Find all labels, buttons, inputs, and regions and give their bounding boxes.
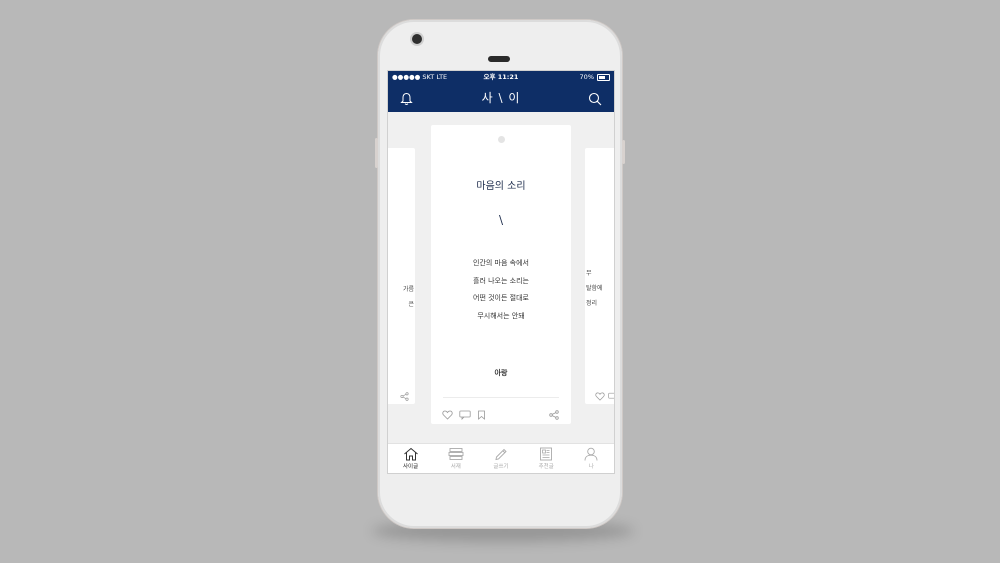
right-card-line: 무 — [586, 270, 592, 277]
card-line: 흘러 나오는 소리는 — [473, 276, 529, 285]
search-icon[interactable] — [588, 91, 602, 110]
card-pin — [498, 136, 505, 143]
comment-icon[interactable] — [608, 386, 614, 405]
earpiece-speaker — [488, 56, 510, 62]
card-line: 인간의 마음 속에서 — [473, 259, 529, 267]
heart-icon[interactable] — [442, 405, 453, 424]
card-carousel[interactable]: 가름 은 마음의 소리 \ 인간의 마음 속에서 흘러 나오는 소리는 어떤 것… — [388, 112, 614, 442]
card-divider-glyph: \ — [498, 213, 504, 227]
tab-label: 글쓰기 — [493, 464, 509, 470]
tab-label: 사이글 — [403, 464, 419, 470]
heart-icon[interactable] — [595, 386, 605, 405]
power-button — [622, 140, 625, 164]
phone-frame: ●●●●● SKT LTE 오후 11:21 70% 사 \ 이 가름 은 마음… — [375, 20, 625, 528]
app-header: 사 \ 이 — [388, 84, 614, 112]
card-title: 마음의 소리 — [476, 181, 526, 192]
phone-screen: ●●●●● SKT LTE 오후 11:21 70% 사 \ 이 가름 은 마음… — [387, 70, 615, 474]
card-line: 어떤 것이든 절대로 — [473, 294, 529, 302]
share-icon[interactable] — [549, 405, 559, 424]
tab-recommended[interactable]: 추천글 — [524, 444, 569, 473]
right-card-line: 정리 — [586, 300, 598, 307]
tab-label: 나 — [588, 464, 594, 470]
battery-percent: 70% — [579, 73, 594, 81]
comment-icon[interactable] — [459, 405, 471, 424]
tab-home[interactable]: 사이글 — [388, 444, 433, 473]
share-icon[interactable] — [400, 386, 409, 405]
right-card-actions — [595, 386, 614, 405]
left-card-text: 가름 은 — [403, 282, 414, 312]
card-line: 무시해서는 안돼 — [477, 311, 525, 320]
tab-label: 서재 — [450, 464, 461, 470]
tab-me[interactable]: 나 — [569, 444, 614, 473]
bottom-tab-bar: 사이글 서재 글쓰기 추천글 나 — [388, 443, 614, 473]
tab-library[interactable]: 서재 — [433, 444, 478, 473]
front-camera — [412, 34, 422, 44]
battery-fill — [599, 76, 606, 79]
app-title: 사 \ 이 — [481, 91, 521, 105]
tab-write[interactable]: 글쓰기 — [478, 444, 523, 473]
pencil-icon — [495, 448, 507, 461]
newspaper-icon — [540, 447, 553, 461]
volume-button — [375, 138, 378, 168]
right-card-line: 탈함에 — [586, 285, 603, 292]
left-card[interactable]: 가름 은 — [388, 148, 415, 405]
battery-status: 70% — [580, 71, 610, 84]
card-footer-divider — [443, 397, 559, 398]
card-body: 인간의 마음 속에서 흘러 나오는 소리는 어떤 것이든 절대로 무시해서는 안… — [431, 255, 571, 325]
left-card-line: 은 — [408, 301, 414, 308]
library-icon — [448, 448, 464, 460]
left-card-line: 가름 — [402, 286, 414, 293]
card-author[interactable]: 아랑 — [431, 368, 571, 378]
tab-label: 추천글 — [538, 464, 554, 470]
home-icon — [403, 447, 418, 461]
bookmark-icon[interactable] — [477, 405, 486, 424]
right-card-text: 무 탈함에 정리 — [586, 266, 603, 311]
right-card[interactable]: 무 탈함에 정리 — [585, 148, 614, 405]
main-card[interactable]: 마음의 소리 \ 인간의 마음 속에서 흘러 나오는 소리는 어떤 것이든 절대… — [431, 125, 571, 424]
status-bar: ●●●●● SKT LTE 오후 11:21 70% — [388, 71, 614, 84]
card-actions — [442, 405, 486, 424]
battery-icon — [597, 74, 610, 81]
user-icon — [584, 447, 598, 461]
